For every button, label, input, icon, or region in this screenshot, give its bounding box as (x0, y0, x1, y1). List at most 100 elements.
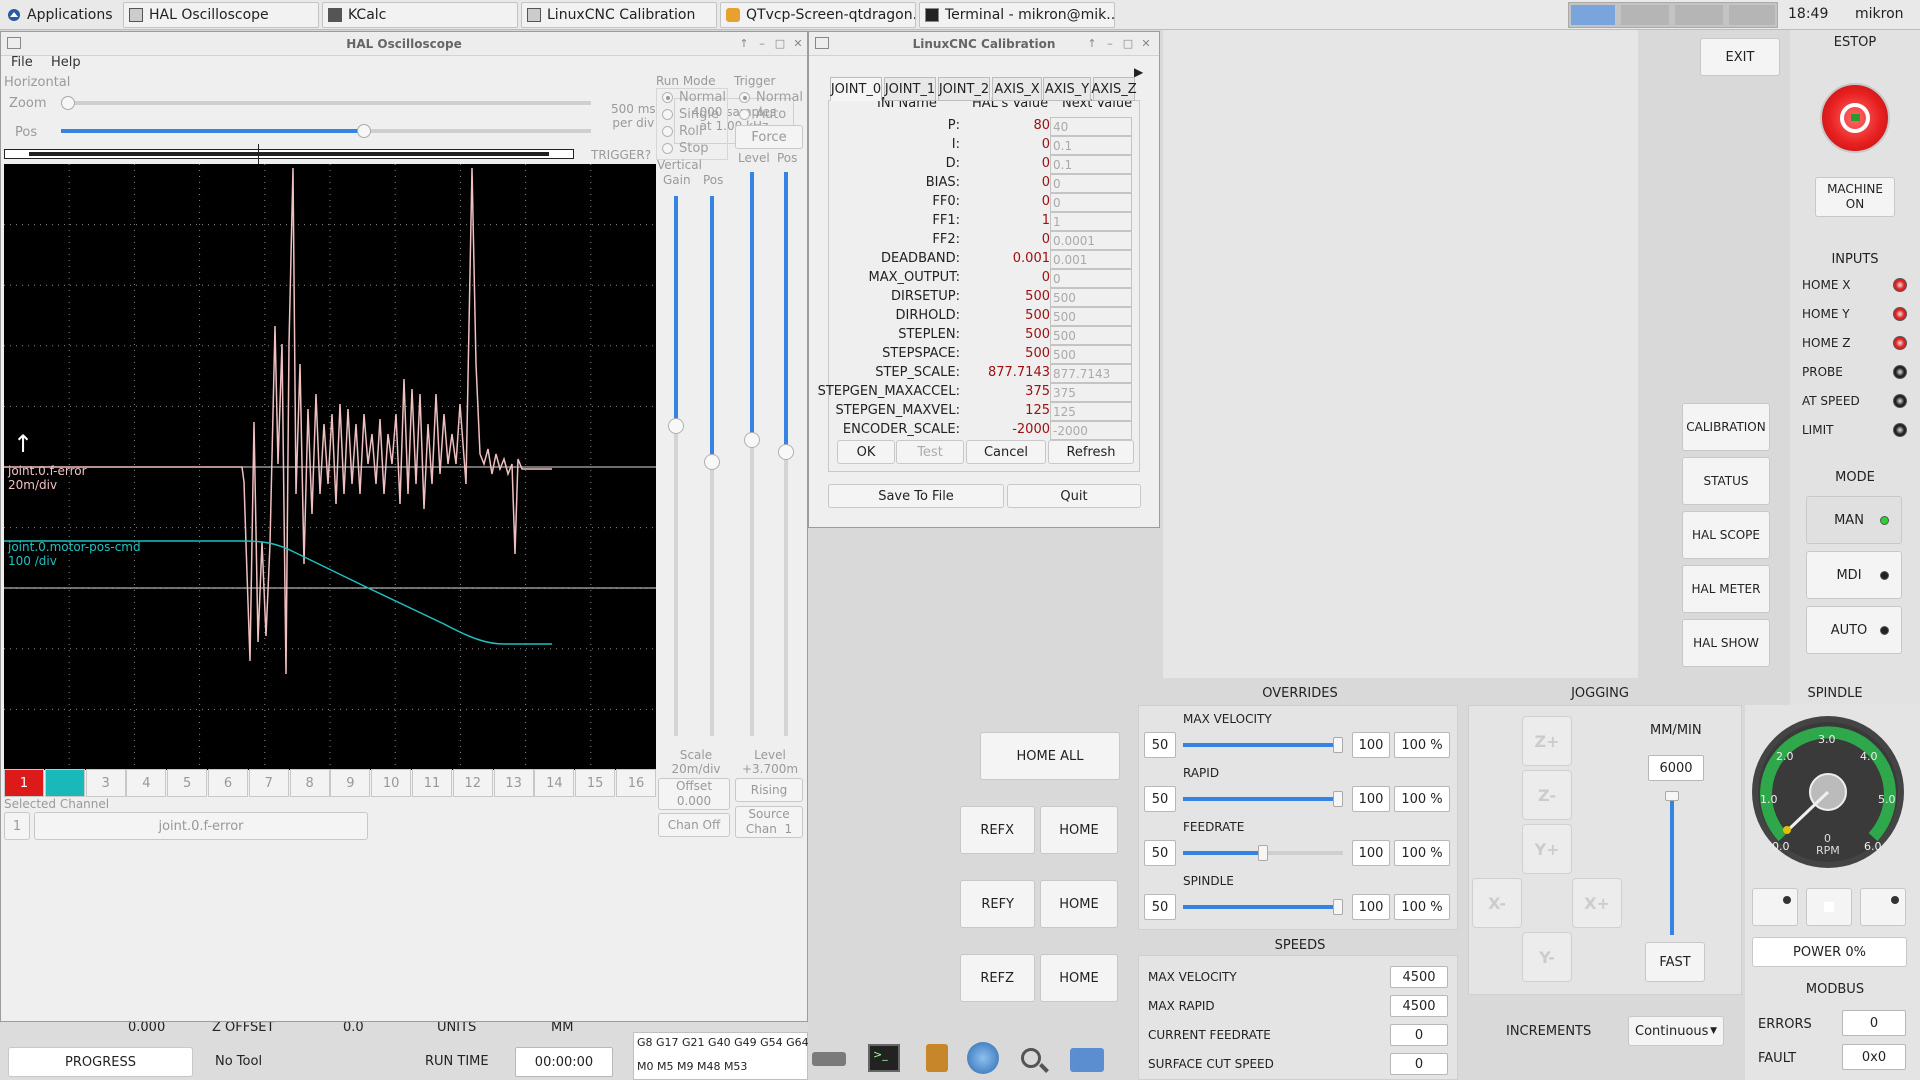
param-next-field[interactable]: 877.7143 (1050, 364, 1132, 383)
zoom-slider[interactable] (61, 96, 591, 110)
home-x-button[interactable]: HOME (1040, 806, 1118, 854)
position-slider[interactable] (61, 124, 591, 138)
channel-button-9[interactable]: 9 (330, 769, 371, 797)
ok-button[interactable]: OK (837, 440, 895, 464)
tab-axis-y[interactable]: AXIS_Y (1043, 77, 1091, 101)
selected-channel-name[interactable]: joint.0.f-error (34, 812, 368, 840)
applications-menu-button[interactable]: Applications (2, 2, 112, 28)
chan-off-button[interactable]: Chan Off (658, 813, 730, 837)
channel-button-14[interactable]: 14 (534, 769, 575, 797)
spindle-stop-button[interactable] (1806, 888, 1852, 926)
jog-z-plus-button[interactable]: Z+ (1522, 716, 1572, 766)
override-slider-knob[interactable] (1333, 737, 1343, 753)
archive-icon[interactable] (918, 1042, 954, 1074)
save-to-file-button[interactable]: Save To File (828, 484, 1004, 508)
workspace-3[interactable] (1675, 5, 1723, 25)
param-next-field[interactable]: 0 (1050, 193, 1132, 212)
spindle-cw-button[interactable] (1860, 888, 1906, 926)
channel-button-6[interactable]: 6 (208, 769, 248, 797)
window-maximize-button[interactable]: □ (1121, 36, 1135, 50)
user-menu[interactable]: mikron (1855, 6, 1904, 22)
search-icon[interactable] (1015, 1042, 1051, 1074)
vertical-offset-button[interactable]: Offset 0.000 (658, 778, 730, 810)
menu-help[interactable]: Help (51, 55, 81, 70)
task-linuxcnc-calibration[interactable]: LinuxCNC Calibration (521, 2, 717, 28)
param-next-field[interactable]: 1 (1050, 212, 1132, 231)
param-next-field[interactable]: 40 (1050, 117, 1132, 136)
channel-button-10[interactable]: 10 (371, 769, 412, 797)
window-minimize-button[interactable]: – (755, 36, 769, 50)
run-mode-roll[interactable]: Roll (662, 124, 703, 139)
tab-joint-0[interactable]: JOINT_0 (830, 77, 882, 101)
override-min-button[interactable]: 50 (1144, 840, 1176, 866)
channel-button-5[interactable]: 5 (167, 769, 208, 797)
jog-x-minus-button[interactable]: X- (1472, 878, 1522, 928)
jog-rate-slider[interactable] (1665, 791, 1679, 935)
channel-button-15[interactable]: 15 (575, 769, 616, 797)
home-z-button[interactable]: HOME (1040, 954, 1118, 1002)
task-kcalc[interactable]: KCalc (322, 2, 518, 28)
channel-button-7[interactable]: 7 (248, 769, 289, 797)
folder-icon[interactable] (1068, 1042, 1104, 1074)
side-button-calibration[interactable]: CALIBRATION (1682, 403, 1770, 451)
window-menu-icon[interactable] (815, 37, 829, 49)
trigger-source-button[interactable]: Source Chan 1 (735, 806, 803, 838)
param-next-field[interactable]: 500 (1050, 307, 1132, 326)
refresh-button[interactable]: Refresh (1048, 440, 1134, 464)
machine-on-button[interactable]: MACHINE ON (1815, 177, 1895, 217)
window-close-button[interactable]: ✕ (791, 36, 805, 50)
task-hal-oscilloscope[interactable]: HAL Oscilloscope (123, 2, 319, 28)
param-next-field[interactable]: 500 (1050, 326, 1132, 345)
window-shade-button[interactable]: ↑ (737, 36, 751, 50)
jog-y-plus-button[interactable]: Y+ (1522, 824, 1572, 874)
ref-y-button[interactable]: REFY (960, 880, 1035, 928)
param-next-field[interactable]: 0.0001 (1050, 231, 1132, 250)
run-mode-stop[interactable]: Stop (662, 141, 709, 156)
side-button-hal-scope[interactable]: HAL SCOPE (1682, 511, 1770, 559)
clock[interactable]: 18:49 (1788, 6, 1828, 22)
home-y-button[interactable]: HOME (1040, 880, 1118, 928)
override-max-button[interactable]: 100 (1352, 732, 1390, 758)
override-slider-knob[interactable] (1258, 845, 1268, 861)
vertical-pos-slider[interactable] (704, 196, 720, 736)
quit-button[interactable]: Quit (1007, 484, 1141, 508)
tab-scroll-arrow-icon[interactable]: ▶ (1134, 65, 1143, 79)
mode-mdi-button[interactable]: MDI (1806, 551, 1902, 599)
side-button-hal-meter[interactable]: HAL METER (1682, 565, 1770, 613)
override-max-button[interactable]: 100 (1352, 840, 1390, 866)
task-terminal[interactable]: Terminal - mikron@mik... (919, 2, 1115, 28)
side-button-hal-show[interactable]: HAL SHOW (1682, 619, 1770, 667)
task-qtvcp-screen[interactable]: QTvcp-Screen-qtdragon... (720, 2, 916, 28)
param-next-field[interactable]: 125 (1050, 402, 1132, 421)
workspace-4[interactable] (1729, 5, 1775, 25)
param-next-field[interactable]: 0 (1050, 174, 1132, 193)
fast-button[interactable]: FAST (1645, 942, 1705, 982)
channel-button-3[interactable]: 3 (85, 769, 126, 797)
jog-y-minus-button[interactable]: Y- (1522, 932, 1572, 982)
exit-button[interactable]: EXIT (1700, 38, 1780, 76)
jog-x-plus-button[interactable]: X+ (1572, 878, 1622, 928)
override-slider[interactable] (1183, 737, 1343, 753)
home-all-button[interactable]: HOME ALL (980, 732, 1120, 780)
spindle-ccw-button[interactable] (1752, 888, 1798, 926)
tab-axis-x[interactable]: AXIS_X (992, 77, 1042, 101)
ref-z-button[interactable]: REFZ (960, 954, 1035, 1002)
override-slider[interactable] (1183, 845, 1343, 861)
param-next-field[interactable]: 0.1 (1050, 155, 1132, 174)
param-next-field[interactable]: 375 (1050, 383, 1132, 402)
run-mode-normal[interactable]: Normal (662, 90, 726, 105)
override-slider-knob[interactable] (1333, 899, 1343, 915)
window-titlebar[interactable]: HAL Oscilloscope (1, 32, 807, 56)
estop-button[interactable] (1820, 83, 1890, 153)
ref-x-button[interactable]: REFX (960, 806, 1035, 854)
tab-axis-z[interactable]: AXIS_Z (1091, 77, 1137, 101)
terminal-icon[interactable]: >_ (866, 1042, 902, 1074)
trigger-pos-slider[interactable] (778, 172, 794, 736)
window-menu-icon[interactable] (7, 37, 21, 49)
workspace-1[interactable] (1571, 5, 1615, 25)
browser-icon[interactable] (965, 1042, 1001, 1074)
jog-z-minus-button[interactable]: Z- (1522, 770, 1572, 820)
override-min-button[interactable]: 50 (1144, 786, 1176, 812)
workspace-switcher[interactable] (1568, 2, 1778, 28)
trigger-auto[interactable]: Auto (739, 107, 786, 122)
